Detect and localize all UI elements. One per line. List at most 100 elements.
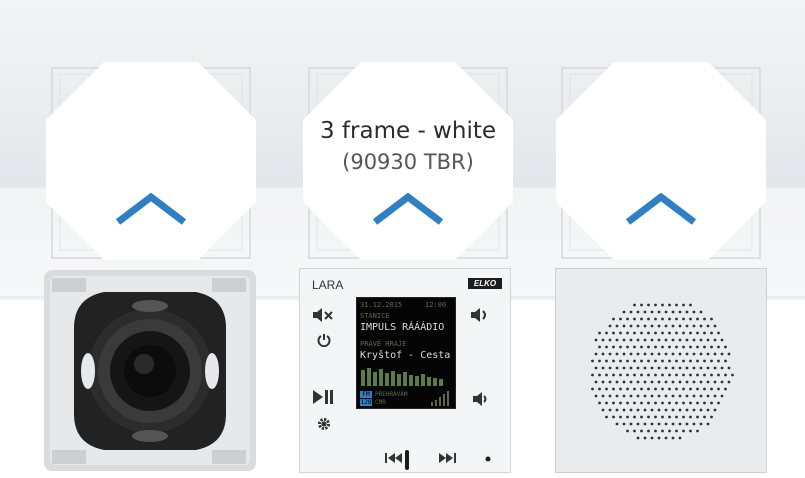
grille-dot <box>657 436 661 440</box>
grille-dot <box>650 324 654 328</box>
grille-dot <box>633 359 636 363</box>
grille-dot <box>664 408 668 412</box>
grille-dot <box>689 401 692 405</box>
grille-dot <box>720 366 724 370</box>
grille-dot <box>685 366 689 370</box>
mute-icon[interactable] <box>312 307 334 323</box>
grille-dot <box>650 338 654 342</box>
frame-slot-1 <box>46 62 256 260</box>
grille-dot <box>675 415 678 419</box>
grille-dot <box>591 387 594 391</box>
grille-dot <box>692 352 696 356</box>
grille-dot <box>696 373 699 377</box>
grille-dot <box>654 387 657 391</box>
grille-dot <box>622 366 626 370</box>
grille-dot <box>696 359 699 363</box>
grille-dot <box>668 317 671 321</box>
grille-dot <box>710 331 713 335</box>
grille-dot <box>657 422 661 426</box>
grille-dot <box>619 359 622 363</box>
grille-dot <box>720 338 724 342</box>
grille-dot <box>710 317 713 321</box>
grille-dot <box>710 415 713 419</box>
radio-brand: LARA <box>312 278 344 292</box>
grille-dot <box>727 380 731 384</box>
grille-dot <box>685 380 689 384</box>
volume-down-icon[interactable] <box>472 391 490 407</box>
grille-dot <box>657 310 661 314</box>
grille-dot <box>601 394 605 398</box>
grille-dot <box>706 408 710 412</box>
grille-dot <box>650 352 654 356</box>
grille-dot <box>717 373 720 377</box>
grille-dot <box>601 352 605 356</box>
grille-dot <box>696 415 699 419</box>
grille-dot <box>636 380 640 384</box>
grille-dot <box>640 401 643 405</box>
grille-dot <box>699 394 703 398</box>
grille-dot <box>682 303 685 307</box>
grille-dot <box>643 422 647 426</box>
grille-dot <box>727 352 731 356</box>
grille-dot <box>668 415 671 419</box>
grille-dot <box>713 338 717 342</box>
grille-dot <box>608 352 612 356</box>
grille-dot <box>692 380 696 384</box>
elko-logo: ELKO <box>468 278 502 289</box>
grille-dot <box>629 352 633 356</box>
grille-dot <box>594 394 598 398</box>
grille-dot <box>626 317 629 321</box>
grille-dot <box>724 387 727 391</box>
grille-dot <box>706 352 710 356</box>
grille-dot <box>717 401 720 405</box>
grille-dot <box>640 415 643 419</box>
grille-dot <box>633 401 636 405</box>
scroll-knob[interactable] <box>404 449 410 471</box>
grille-dot <box>682 331 685 335</box>
grille-dot <box>661 415 664 419</box>
grille-dot <box>647 359 650 363</box>
grille-dot <box>727 366 731 370</box>
grille-dot <box>671 422 675 426</box>
prev-icon[interactable] <box>384 452 404 464</box>
grille-dot <box>615 394 619 398</box>
grille-dot <box>689 429 692 433</box>
grille-dot <box>671 324 675 328</box>
grille-dot <box>703 415 706 419</box>
grille-dot <box>640 373 643 377</box>
grille-dot <box>703 359 706 363</box>
grille-dot <box>654 429 657 433</box>
grille-dot <box>626 429 629 433</box>
next-icon[interactable] <box>438 452 458 464</box>
grille-dot <box>668 373 671 377</box>
grille-dot <box>605 415 608 419</box>
grille-dot <box>619 331 622 335</box>
grille-dot <box>640 303 643 307</box>
grille-dot <box>647 415 650 419</box>
grille-dot <box>724 373 727 377</box>
grille-dot <box>633 429 636 433</box>
grille-dot <box>650 422 654 426</box>
grille-dot <box>598 401 601 405</box>
grille-dot <box>717 359 720 363</box>
grille-dot <box>661 401 664 405</box>
grille-dot <box>675 303 678 307</box>
grille-dot <box>682 317 685 321</box>
grille-dot <box>699 352 703 356</box>
power-icon[interactable] <box>317 333 331 347</box>
grille-dot <box>608 324 612 328</box>
grille-dot <box>685 324 689 328</box>
play-pause-icon[interactable] <box>312 389 334 405</box>
grille-dot <box>640 359 643 363</box>
grille-dot <box>661 373 664 377</box>
grille-dot <box>594 380 598 384</box>
grille-dot <box>692 324 696 328</box>
grille-dot <box>724 359 727 363</box>
grille-dot <box>601 338 605 342</box>
grille-dot <box>626 415 629 419</box>
grille-dot <box>601 380 605 384</box>
volume-icon[interactable] <box>470 307 492 323</box>
grille-dot <box>633 345 636 349</box>
settings-icon[interactable] <box>317 417 331 431</box>
grille-dot <box>671 380 675 384</box>
